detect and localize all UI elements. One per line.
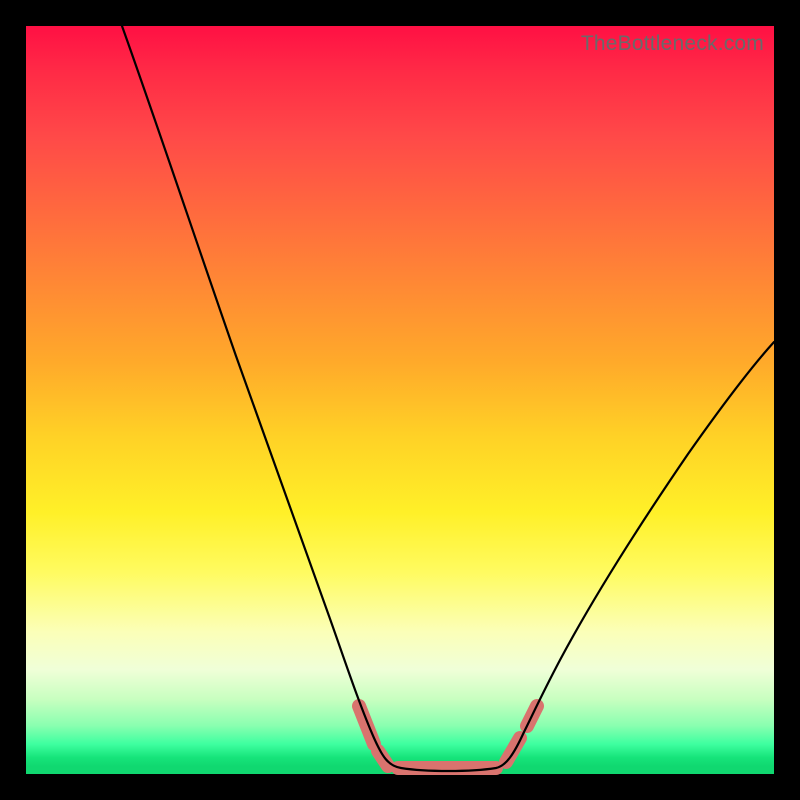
outer-frame: TheBottleneck.com	[0, 0, 800, 800]
plot-area: TheBottleneck.com	[26, 26, 774, 774]
chart-svg	[26, 26, 774, 774]
bottleneck-curve	[122, 26, 774, 771]
accent-dash-1	[359, 706, 374, 744]
